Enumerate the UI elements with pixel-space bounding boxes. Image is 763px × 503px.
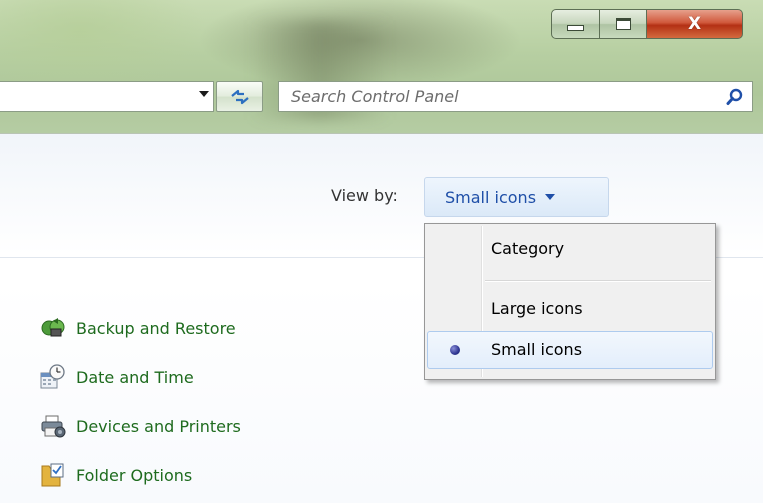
view-by-value: Small icons: [445, 187, 537, 207]
caret-down-icon: [545, 194, 556, 200]
menu-item-label: Category: [491, 239, 565, 258]
chevron-down-icon[interactable]: [199, 91, 209, 97]
view-by-label: View by:: [331, 186, 398, 205]
maximize-icon: [615, 18, 631, 30]
close-icon: X: [687, 14, 702, 34]
cp-item-label: Folder Options: [76, 465, 193, 485]
radio-selected-icon: [450, 345, 460, 355]
search-icon[interactable]: [726, 88, 744, 106]
close-button[interactable]: X: [647, 9, 743, 39]
menu-item-category[interactable]: Category: [427, 230, 713, 268]
cp-item-label: Date and Time: [76, 367, 194, 387]
search-input[interactable]: Search Control Panel: [278, 81, 753, 112]
minimize-icon: [567, 25, 584, 31]
cp-item-label: Devices and Printers: [76, 416, 241, 436]
minimize-button[interactable]: [551, 9, 600, 39]
cp-item-date-time[interactable]: Date and Time: [40, 362, 194, 392]
cp-item-label: Backup and Restore: [76, 318, 236, 338]
date-time-icon: [40, 364, 65, 389]
maximize-button[interactable]: [600, 9, 647, 39]
menu-item-label: Small icons: [491, 340, 583, 359]
folder-options-icon: [41, 463, 64, 487]
search-placeholder: Search Control Panel: [291, 87, 459, 106]
cp-item-backup-restore[interactable]: Backup and Restore: [40, 313, 236, 343]
address-bar[interactable]: [0, 81, 214, 112]
backup-restore-icon: [41, 318, 65, 337]
devices-printers-icon: [41, 415, 66, 438]
menu-item-label: Large icons: [491, 299, 583, 318]
menu-separator: [485, 280, 711, 282]
view-by-dropdown[interactable]: Small icons: [424, 177, 609, 217]
menu-item-large-icons[interactable]: Large icons: [427, 290, 713, 328]
refresh-icon: [230, 89, 249, 104]
view-by-menu: Category Large icons Small icons: [424, 223, 716, 380]
menu-item-small-icons[interactable]: Small icons: [427, 331, 713, 369]
caption-buttons: X: [551, 9, 755, 42]
refresh-button[interactable]: [216, 81, 263, 112]
cp-item-devices-printers[interactable]: Devices and Printers: [40, 411, 241, 441]
cp-item-folder-options[interactable]: Folder Options: [40, 460, 192, 490]
